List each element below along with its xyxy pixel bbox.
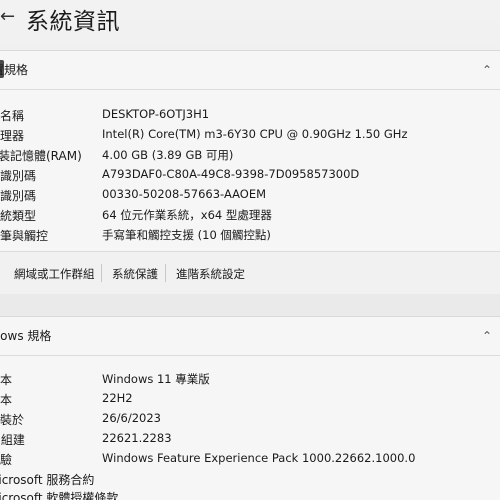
spec-label: OS 組建 <box>0 433 25 447</box>
spec-row-experience: 體驗 Windows Feature Experience Pack 1000.… <box>0 451 500 471</box>
advanced-system-settings-link[interactable]: 進階系統設定 <box>176 266 245 282</box>
back-arrow-icon[interactable]: ← <box>0 7 20 27</box>
spec-row-ram: 已安裝記憶體(RAM) 4.00 GB (3.89 GB 可用) <box>0 147 500 167</box>
spec-label: 裝置名稱 <box>0 109 25 123</box>
license-terms-link-row: Microsoft 軟體授權條款 <box>0 489 500 500</box>
settings-window: ← 系統資訊 裝置規格 ⌃ 裝置名稱 DESKTOP-6OTJ3H1 處理器 I… <box>0 0 500 500</box>
windows-specs-header[interactable]: Windows 規格 ⌃ <box>0 317 500 356</box>
link-divider <box>165 264 166 282</box>
spec-label: 體驗 <box>0 453 13 467</box>
spec-row-os-build: OS 組建 22621.2283 <box>0 431 500 451</box>
device-specs-header[interactable]: 裝置規格 ⌃ <box>0 51 500 90</box>
domain-workgroup-link[interactable]: 網域或工作群組 <box>14 266 95 282</box>
spec-value[interactable]: 22H2 <box>102 391 133 405</box>
spec-row-edition: 版本 Windows 11 專業版 <box>0 371 500 391</box>
spec-value[interactable]: 4.00 GB (3.89 GB 可用) <box>102 147 233 163</box>
spec-row-device-id: 裝置識別碼 A793DAF0-C80A-49C8-9398-7D09585730… <box>0 167 500 187</box>
spec-row-pen-touch: 手寫筆與觸控 手寫筆和觸控支援 (10 個觸控點) <box>0 227 500 247</box>
chevron-up-icon[interactable]: ⌃ <box>482 63 492 77</box>
title-bar: ← 系統資訊 <box>0 0 500 36</box>
spec-value[interactable]: DESKTOP-6OTJ3H1 <box>102 107 209 121</box>
spec-label: 處理器 <box>0 129 25 143</box>
services-agreement-link-row: Microsoft 服務合約 <box>0 471 500 491</box>
chevron-up-icon[interactable]: ⌃ <box>482 329 492 343</box>
spec-value[interactable]: 00330-50208-57663-AAOEM <box>102 187 266 201</box>
spec-value[interactable]: Intel(R) Core(TM) m3-6Y30 CPU @ 0.90GHz … <box>102 127 407 141</box>
spec-row-version: 版本 22H2 <box>0 391 500 411</box>
license-terms-link[interactable]: Microsoft 軟體授權條款 <box>0 489 118 500</box>
spec-label: 產品識別碼 <box>0 189 37 203</box>
spec-row-processor: 處理器 Intel(R) Core(TM) m3-6Y30 CPU @ 0.90… <box>0 127 500 147</box>
spec-label: 裝置識別碼 <box>0 169 37 183</box>
spec-label: 手寫筆與觸控 <box>0 229 49 243</box>
related-links-bar: 網域或工作群組 系統保護 進階系統設定 <box>0 251 500 294</box>
spec-value[interactable]: 22621.2283 <box>102 431 172 445</box>
services-agreement-link[interactable]: Microsoft 服務合約 <box>0 471 94 488</box>
spec-row-product-id: 產品識別碼 00330-50208-57663-AAOEM <box>0 187 500 207</box>
spec-value[interactable]: Windows 11 專業版 <box>102 371 210 387</box>
spec-row-installed-on: 安裝於 26/6/2023 <box>0 411 500 431</box>
device-specs-title: 裝置規格 <box>0 63 29 77</box>
spec-label: 已安裝記憶體(RAM) <box>0 149 82 163</box>
device-specs-card: 裝置規格 ⌃ 裝置名稱 DESKTOP-6OTJ3H1 處理器 Intel(R)… <box>0 50 500 294</box>
spec-label: 版本 <box>0 393 13 407</box>
spec-value[interactable]: 64 位元作業系統，x64 型處理器 <box>102 207 272 223</box>
link-divider <box>101 264 102 282</box>
spec-row-device-name: 裝置名稱 DESKTOP-6OTJ3H1 <box>0 107 500 127</box>
system-protection-link[interactable]: 系統保護 <box>112 266 158 282</box>
spec-value[interactable]: Windows Feature Experience Pack 1000.226… <box>102 451 415 465</box>
spec-label: 安裝於 <box>0 413 25 427</box>
page-title: 系統資訊 <box>26 9 120 35</box>
spec-row-system-type: 系統類型 64 位元作業系統，x64 型處理器 <box>0 207 500 227</box>
spec-value[interactable]: A793DAF0-C80A-49C8-9398-7D095857300D <box>102 167 359 181</box>
windows-specs-title: Windows 規格 <box>0 329 52 343</box>
spec-value[interactable]: 手寫筆和觸控支援 (10 個觸控點) <box>102 227 271 243</box>
windows-specs-card: Windows 規格 ⌃ 版本 Windows 11 專業版 版本 22H2 安… <box>0 316 500 500</box>
spec-label: 系統類型 <box>0 209 37 223</box>
spec-value[interactable]: 26/6/2023 <box>102 411 161 425</box>
spec-label: 版本 <box>0 373 13 387</box>
